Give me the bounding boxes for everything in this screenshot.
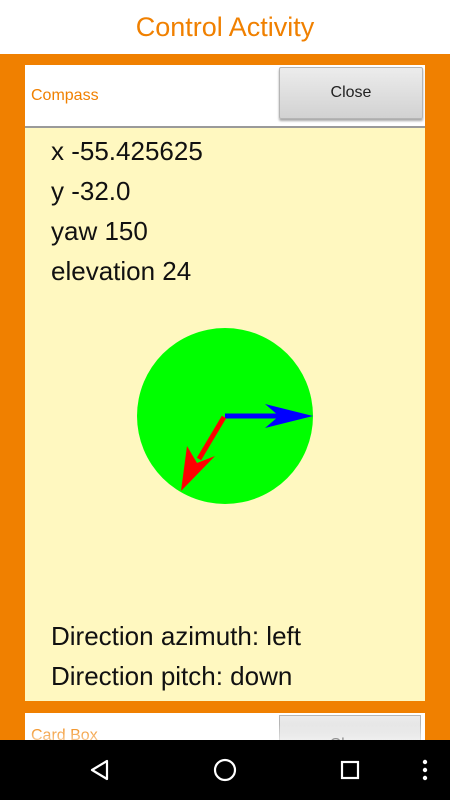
next-close-button[interactable]: Close: [279, 715, 421, 740]
compass-dial: [137, 328, 313, 504]
next-panel-title: Card Box: [31, 727, 98, 740]
more-button[interactable]: [410, 740, 440, 800]
home-button[interactable]: [195, 740, 255, 800]
recents-icon: [340, 760, 360, 780]
back-icon: [90, 759, 109, 781]
direction-azimuth-text: Direction azimuth: left: [51, 621, 301, 651]
compass-panel-header: Compass Close: [25, 65, 425, 128]
app-title: Control Activity: [135, 11, 315, 42]
navigation-bar: [0, 740, 450, 800]
app-bar: Control Activity: [0, 0, 450, 54]
x-readout: x -55.425625: [51, 136, 203, 166]
yaw-readout: yaw 150: [51, 216, 148, 246]
home-icon: [213, 758, 237, 782]
back-button[interactable]: [70, 740, 130, 800]
more-icon: [422, 759, 428, 781]
elevation-readout: elevation 24: [51, 256, 192, 286]
compass-panel-title: Compass: [31, 87, 99, 104]
recents-button[interactable]: [320, 740, 380, 800]
y-readout: y -32.0: [51, 176, 131, 206]
direction-pitch-text: Direction pitch: down: [51, 661, 293, 691]
next-panel-header: Card Box Close: [25, 713, 425, 740]
close-button[interactable]: Close: [279, 67, 423, 119]
content-area: Compass Close x -55.425625 y -32.0 yaw 1…: [0, 54, 450, 740]
compass-panel-body: x -55.425625 y -32.0 yaw 150 elevation 2…: [25, 128, 425, 701]
